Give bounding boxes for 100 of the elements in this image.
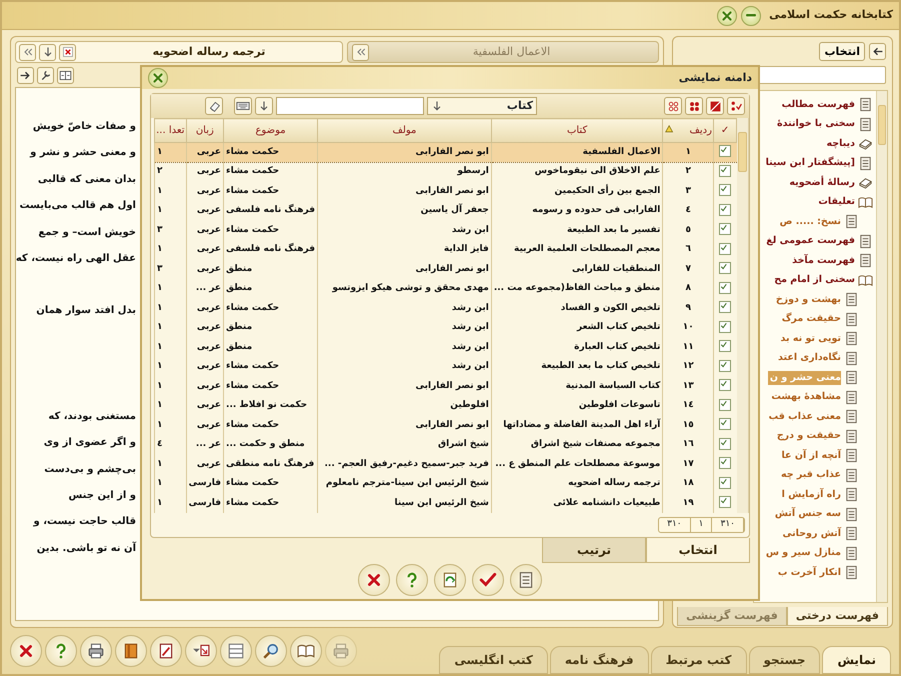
tree-item[interactable]: نسخ: ..... ص: [780, 214, 841, 229]
down-button[interactable]: [39, 44, 56, 60]
back-button[interactable]: [869, 42, 886, 60]
keyboard-button[interactable]: [234, 97, 252, 115]
checkbox[interactable]: [719, 457, 732, 470]
column-header[interactable]: تعدا ...: [154, 118, 186, 142]
table-row[interactable]: ٧ المنطقیات للفارابی ابو نصر الفارابی منطق عربی ٣: [154, 260, 736, 279]
tree-item[interactable]: [پیشگفتار ابن سینا: [766, 156, 855, 170]
edit-button[interactable]: [150, 635, 182, 667]
scrollbar[interactable]: [876, 91, 887, 602]
tree-item[interactable]: آنچه از آن عا: [781, 448, 841, 463]
checkbox[interactable]: [719, 165, 732, 178]
table-row[interactable]: ١٤ تاسوعات افلوطین افلوطین حکمت نو افلاط ... عربی ١: [154, 396, 736, 416]
tree-item[interactable]: سخنی با خوانندهٔ: [776, 117, 855, 132]
column-header[interactable]: ردیف: [662, 118, 714, 142]
checkbox[interactable]: [719, 262, 732, 274]
tree-item[interactable]: دیباچه: [826, 136, 855, 151]
minimize-button[interactable]: [741, 6, 762, 26]
table-row[interactable]: ١٠ تلخیص کتاب الشعر ابن رشد منطق عربی ١: [154, 318, 736, 338]
split-view-button[interactable]: [57, 66, 74, 84]
table-row[interactable]: ١١ تلخیص کتاب العبارة ابن رشد منطق عربی ١: [154, 338, 736, 357]
checkbox[interactable]: [719, 398, 732, 411]
checkbox[interactable]: [719, 320, 732, 333]
column-header[interactable]: مولف: [318, 118, 492, 142]
table-row[interactable]: ٣ الجمع بین رأی الحکیمین ابو نصر الفارابی حکمت مشاء عربی ١: [154, 182, 736, 201]
next-button[interactable]: [17, 66, 34, 84]
open-book-button[interactable]: [290, 635, 322, 667]
table-row[interactable]: ٦ معجم المصطلحات العلمیة العربیة فایز الدایة فرهنگ نامه فلسفی عربی ١: [154, 240, 736, 260]
column-header[interactable]: ✓: [714, 118, 736, 142]
collapse-button[interactable]: [352, 44, 369, 60]
invert-selection-button[interactable]: [706, 97, 724, 115]
bottom-tab[interactable]: فرهنگ نامه: [550, 646, 649, 674]
tree-item[interactable]: منازل سیر و س: [766, 546, 841, 560]
checkbox[interactable]: [719, 242, 732, 255]
tree-item[interactable]: عذاب قبر چه: [780, 468, 841, 482]
bottom-tab[interactable]: کتب مرتبط: [650, 646, 747, 674]
column-header[interactable]: کتاب: [491, 118, 663, 142]
table-row[interactable]: ١٧ موسوعة مصطلحات علم المنطق ع ... فرید جبر-سمیح دغیم-رفیق العجم- ... فرهنگ نامه منطقی عربی ١: [154, 454, 736, 474]
tree-item[interactable]: معنی عذاب قب: [768, 410, 841, 424]
search-button[interactable]: [255, 635, 287, 667]
checkbox[interactable]: [719, 204, 732, 216]
scrollbar[interactable]: [737, 118, 749, 513]
table-row[interactable]: ١٩ طبیعیات دانشنامه علائی شیخ الرئیس ابن سینا حکمت مشاء فارسی ١: [154, 494, 736, 513]
tree-item[interactable]: سخنی از امام مح: [774, 273, 855, 288]
tree-item[interactable]: تویی تو نه بد: [780, 332, 841, 346]
select-button[interactable]: انتخاب: [819, 42, 865, 60]
dialog-tab[interactable]: انتخاب: [646, 538, 750, 562]
select-none-button[interactable]: [664, 97, 682, 115]
tree-item[interactable]: سه جنس آتش: [774, 507, 841, 522]
close-button[interactable]: [10, 635, 42, 667]
tree-item[interactable]: راه آزمایش ا: [782, 488, 841, 502]
field-dropdown[interactable]: کتاب: [427, 97, 537, 115]
settings-button[interactable]: [37, 66, 54, 84]
cancel-button[interactable]: [358, 564, 390, 596]
table-row[interactable]: ١٨ ترجمه رساله اضحویه شیخ الرئیس ابن سینا-مترجم نامعلوم حکمت مشاء فارسی ١: [154, 474, 736, 494]
table-row[interactable]: ١٢ تلخیص کتاب ما بعد الطبیعة ابن رشد حکمت مشاء عربی ١: [154, 357, 736, 376]
table-row[interactable]: ١ الاعمال الفلسفية ابو نصر الفارابی حکمت مشاء عربی ١: [154, 142, 736, 162]
table-row[interactable]: ١٣ کتاب السیاسة المدنیة ابو نصر الفارابی حکمت مشاء عربی ١: [154, 376, 736, 396]
tree-item[interactable]: رسالهٔ أضحویه: [789, 176, 855, 190]
tree-item[interactable]: فهرست عمومی لغ: [766, 234, 855, 248]
print-button[interactable]: [80, 635, 112, 667]
tree-item[interactable]: فهرست مآخذ: [792, 254, 855, 268]
tree-item[interactable]: آتش روحانی: [782, 526, 841, 541]
bottom-tab[interactable]: کتب انگلیسی: [439, 646, 548, 674]
document-tab[interactable]: ترجمه رساله اضحویه: [15, 41, 343, 63]
tree-item[interactable]: انکار آخرت ب: [778, 566, 841, 580]
search-field[interactable]: [276, 97, 424, 115]
ok-button[interactable]: [472, 564, 504, 596]
checkbox[interactable]: [719, 145, 732, 158]
column-header[interactable]: زبان: [186, 118, 224, 142]
tree-item[interactable]: بهشت و دوزخ: [776, 292, 841, 307]
checkbox[interactable]: [719, 438, 732, 450]
checkbox[interactable]: [719, 496, 732, 508]
close-tab-button[interactable]: [59, 44, 76, 60]
clear-button[interactable]: [205, 97, 223, 115]
tree-item[interactable]: حقیقت مرگ: [782, 312, 841, 326]
table-row[interactable]: ١٦ مجموعه مصنفات شیخ اشراق شیخ اشراق منطق و حکمت ... عر ... ٤: [154, 435, 736, 454]
checkbox[interactable]: [719, 476, 732, 489]
close-button[interactable]: [148, 68, 168, 88]
down-button[interactable]: [255, 97, 273, 115]
select-all-button[interactable]: [685, 97, 703, 115]
refresh-button[interactable]: [434, 564, 466, 596]
checkbox[interactable]: [719, 223, 732, 236]
tree-item[interactable]: مشاهدهٔ بهشت: [771, 390, 841, 404]
table-row[interactable]: ٥ تفسیر ما بعد الطبیعة ابن رشد حکمت مشاء عربی ٣: [154, 220, 736, 240]
column-header[interactable]: موضوع: [224, 118, 318, 142]
close-button[interactable]: [717, 6, 738, 26]
book-button[interactable]: [115, 635, 147, 667]
table-row[interactable]: ١٥ آراء اهل المدینة الفاضلة و مضاداتها ابو نصر الفارابی حکمت مشاء عربی ١: [154, 416, 736, 435]
help-button[interactable]: [45, 635, 77, 667]
tree-item[interactable]: تعلیقات: [818, 195, 855, 210]
checkbox[interactable]: [719, 282, 732, 294]
checkbox[interactable]: [719, 379, 732, 392]
bottom-tab[interactable]: جستجو: [748, 646, 820, 674]
checkbox[interactable]: [719, 418, 732, 430]
tree-item[interactable]: نگاه‌داری اعتد: [778, 351, 841, 366]
select-checked-button[interactable]: [727, 97, 745, 115]
checkbox[interactable]: [719, 340, 732, 352]
table-row[interactable]: ٨ منطق و مباحث الفاظ(مجموعه مت ... مهدی محقق و توشی هیکو ایزوتسو منطق عر ... ١: [154, 279, 736, 298]
collapse-button[interactable]: [19, 44, 36, 60]
